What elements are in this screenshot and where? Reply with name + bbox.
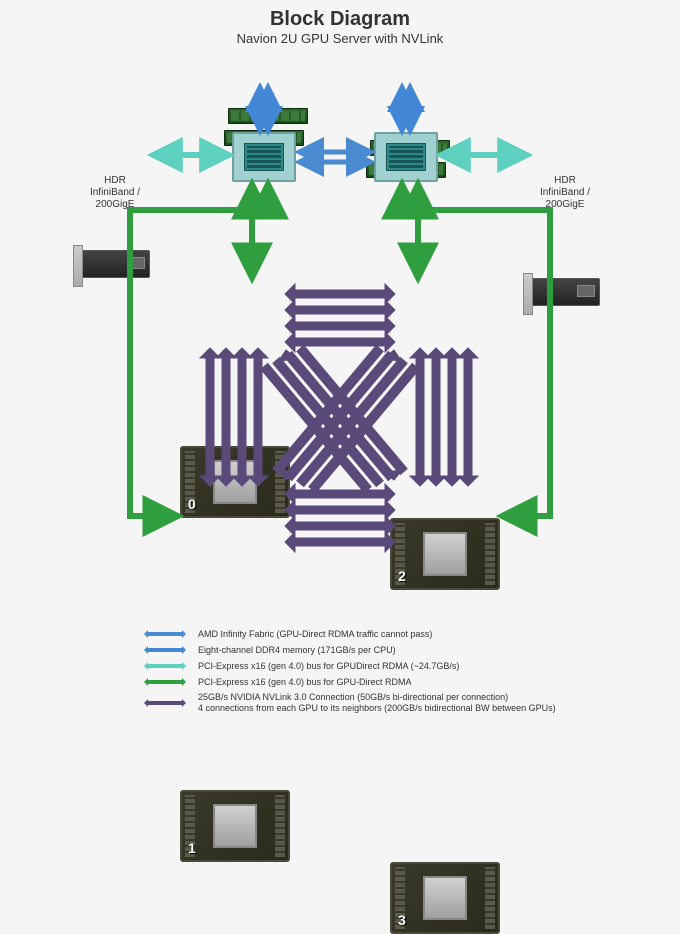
legend-row: AMD Infinity Fabric (GPU-Direct RDMA tra… [140,628,556,640]
nic-left [80,250,150,278]
double-arrow-icon [140,676,190,688]
cpu-left [232,132,296,182]
page-title: Block Diagram [0,0,680,31]
legend-row: 25GB/s NVIDIA NVLink 3.0 Connection (50G… [140,692,556,714]
gpu-0: 0 [180,446,290,518]
gpu-3: 3 [390,862,500,934]
gpu-1: 1 [180,790,290,862]
nic-right-label: HDR InfiniBand / 200GigE [530,175,600,211]
nic-left-label: HDR InfiniBand / 200GigE [80,175,150,211]
legend-row: Eight-channel DDR4 memory (171GB/s per C… [140,644,556,656]
connections-overlay [0,0,680,728]
legend-row: PCI-Express x16 (gen 4.0) bus for GPUDir… [140,660,556,672]
double-arrow-icon [140,660,190,672]
double-arrow-icon [140,644,190,656]
legend-row: PCI-Express x16 (gen 4.0) bus for GPU-Di… [140,676,556,688]
double-arrow-icon [140,628,190,640]
gpu-2: 2 [390,518,500,590]
nic-right [530,278,600,306]
diagram-canvas: Block Diagram Navion 2U GPU Server with … [0,0,680,728]
legend: AMD Infinity Fabric (GPU-Direct RDMA tra… [140,628,556,718]
double-arrow-icon [140,697,190,709]
cpu-right [374,132,438,182]
page-subtitle: Navion 2U GPU Server with NVLink [0,31,680,46]
dimm-left-back [228,108,308,124]
